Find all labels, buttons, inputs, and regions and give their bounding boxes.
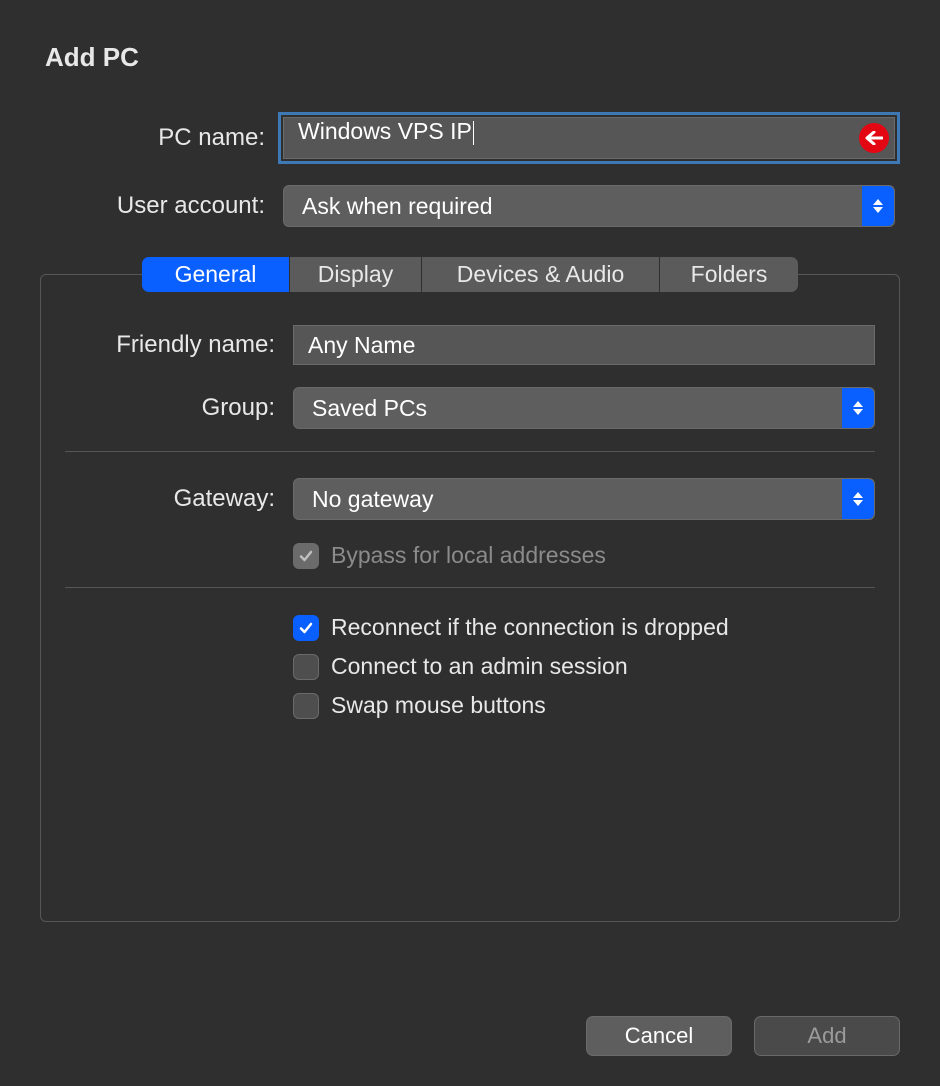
chevron-up-down-icon	[842, 479, 874, 519]
tab-display[interactable]: Display	[290, 257, 422, 292]
cancel-button[interactable]: Cancel	[586, 1016, 732, 1056]
admin-session-label: Connect to an admin session	[331, 653, 628, 680]
swap-mouse-label: Swap mouse buttons	[331, 692, 546, 719]
chevron-up-down-icon	[862, 186, 894, 226]
pc-name-value: Windows VPS IP	[298, 118, 472, 144]
admin-session-checkbox[interactable]	[293, 654, 319, 680]
general-panel: Friendly name: Any Name Group: Saved PCs…	[40, 274, 900, 922]
gateway-label: Gateway:	[65, 485, 293, 513]
tab-folders[interactable]: Folders	[660, 257, 798, 292]
gateway-value: No gateway	[312, 486, 433, 513]
friendly-name-label: Friendly name:	[65, 331, 293, 359]
text-cursor	[473, 121, 474, 145]
user-account-label: User account:	[45, 192, 283, 220]
tab-general[interactable]: General	[142, 257, 290, 292]
tabs-panel: General Display Devices & Audio Folders …	[40, 257, 900, 922]
group-select[interactable]: Saved PCs	[293, 387, 875, 429]
friendly-name-input[interactable]: Any Name	[293, 325, 875, 365]
divider	[65, 587, 875, 588]
pc-name-label: PC name:	[45, 124, 283, 152]
bypass-checkbox	[293, 543, 319, 569]
user-account-select[interactable]: Ask when required	[283, 185, 895, 227]
friendly-name-value: Any Name	[308, 332, 415, 359]
reconnect-checkbox[interactable]	[293, 615, 319, 641]
user-account-value: Ask when required	[302, 193, 493, 220]
chevron-up-down-icon	[842, 388, 874, 428]
pc-name-input[interactable]: Windows VPS IP	[283, 117, 895, 159]
gateway-select[interactable]: No gateway	[293, 478, 875, 520]
dialog-title: Add PC	[0, 0, 940, 73]
tab-devices-audio[interactable]: Devices & Audio	[422, 257, 660, 292]
group-value: Saved PCs	[312, 395, 427, 422]
reconnect-label: Reconnect if the connection is dropped	[331, 614, 729, 641]
add-button[interactable]: Add	[754, 1016, 900, 1056]
arrow-left-icon	[859, 123, 889, 153]
bypass-label: Bypass for local addresses	[331, 542, 606, 569]
divider	[65, 451, 875, 452]
swap-mouse-checkbox[interactable]	[293, 693, 319, 719]
group-label: Group:	[65, 394, 293, 422]
